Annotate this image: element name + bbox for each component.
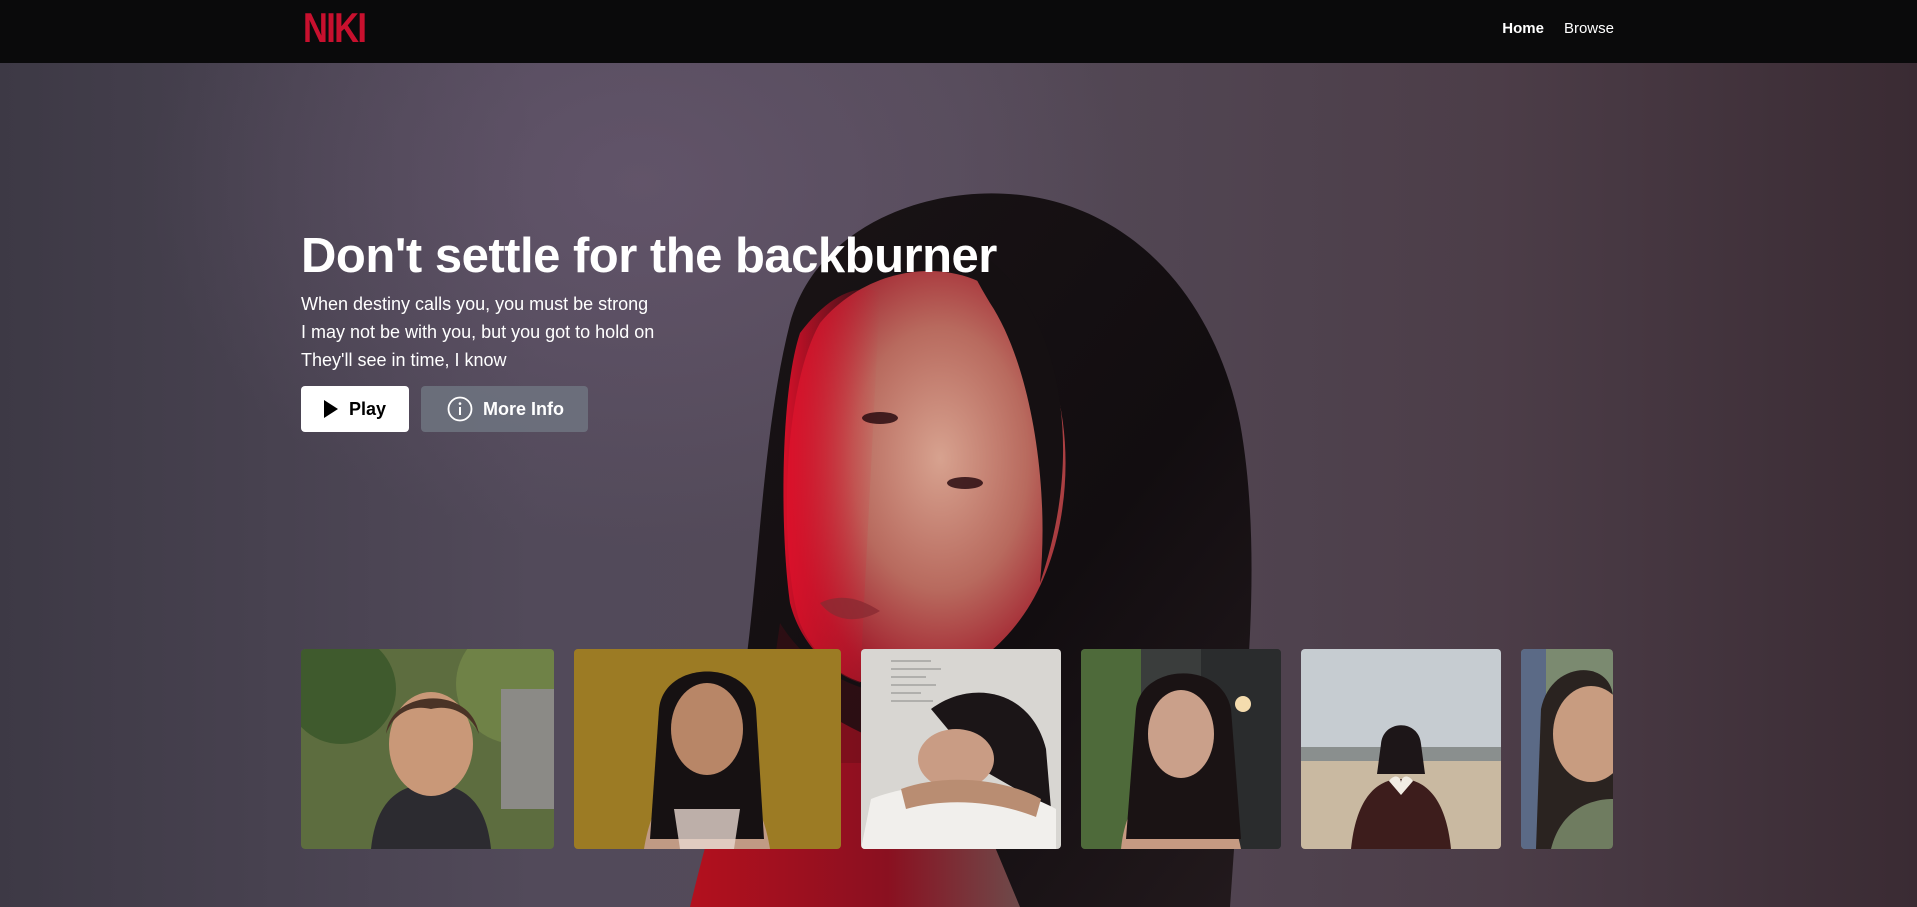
thumbnail-card[interactable] bbox=[861, 649, 1061, 849]
thumbnail-image bbox=[1521, 649, 1613, 849]
hero-line: I may not be with you, but you got to ho… bbox=[301, 322, 655, 342]
thumbnail-row bbox=[301, 649, 1613, 849]
more-info-button[interactable]: More Info bbox=[421, 386, 588, 432]
thumbnail-image bbox=[1081, 649, 1281, 849]
play-icon bbox=[323, 399, 339, 419]
thumbnail-card[interactable] bbox=[1521, 649, 1613, 849]
more-info-button-label: More Info bbox=[483, 398, 564, 419]
hero-buttons: Play More Info bbox=[301, 386, 997, 432]
thumbnail-card[interactable] bbox=[574, 649, 841, 849]
thumbnail-image bbox=[301, 649, 554, 849]
hero-content: Don't settle for the backburner When des… bbox=[301, 228, 997, 432]
hero-line: When destiny calls you, you must be stro… bbox=[301, 294, 649, 314]
thumbnail-image bbox=[574, 649, 841, 849]
play-button[interactable]: Play bbox=[301, 386, 409, 432]
logo[interactable]: NIKI bbox=[303, 6, 367, 50]
nav-link-home[interactable]: Home bbox=[1502, 20, 1544, 38]
thumbnail-image bbox=[861, 649, 1061, 849]
hero-title: Don't settle for the backburner bbox=[301, 229, 997, 283]
nav-links: Home Browse bbox=[1502, 20, 1614, 38]
hero-description: When destiny calls you, you must be stro… bbox=[301, 290, 997, 374]
top-navbar: NIKI Home Browse bbox=[0, 0, 1917, 63]
page: NIKI Home Browse Don't settle for the ba… bbox=[0, 0, 1917, 907]
thumbnail-image bbox=[1301, 649, 1501, 849]
thumbnail-card[interactable] bbox=[1081, 649, 1281, 849]
hero-line: They'll see in time, I know bbox=[301, 350, 507, 370]
play-button-label: Play bbox=[349, 398, 387, 419]
thumbnail-card[interactable] bbox=[1301, 649, 1501, 849]
thumbnail-card[interactable] bbox=[301, 649, 554, 849]
info-icon bbox=[447, 396, 473, 422]
nav-link-browse[interactable]: Browse bbox=[1564, 20, 1614, 38]
